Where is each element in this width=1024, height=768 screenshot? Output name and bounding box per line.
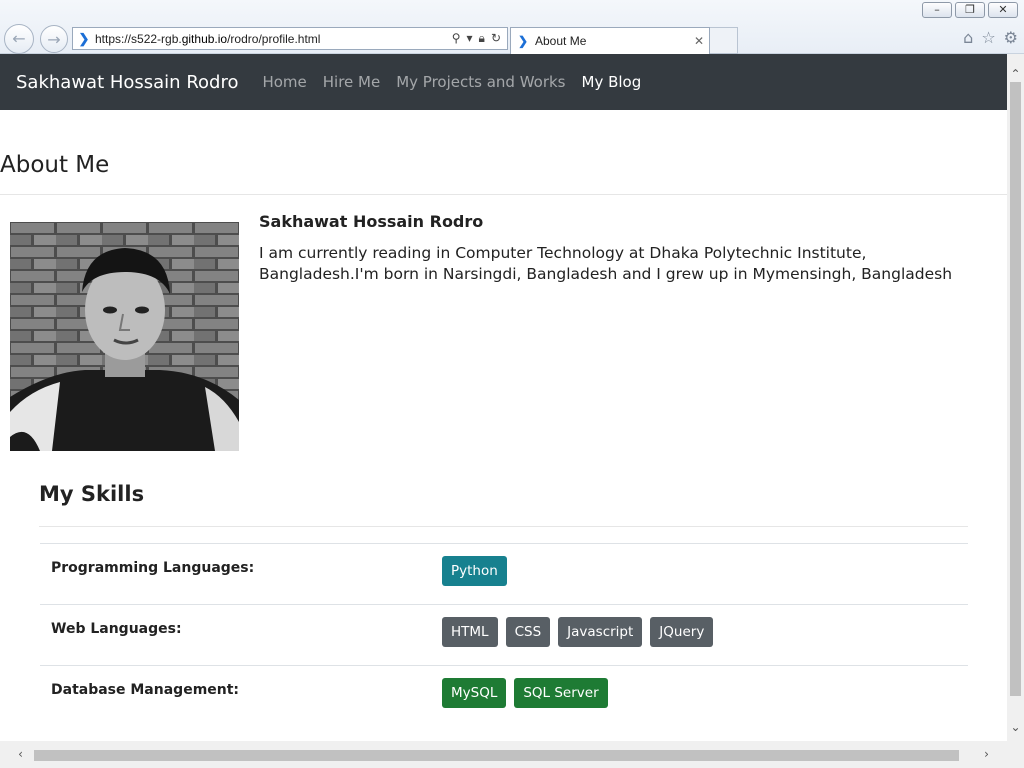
skill-category-label: Database Management: (51, 682, 240, 698)
site-navbar: Sakhawat Hossain Rodro Home Hire Me My P… (0, 54, 1007, 110)
browser-chrome: – ❐ ✕ ← → ❯ https://s522-rgb.github.io/r… (0, 0, 1024, 54)
site-icon: ❯ (78, 30, 90, 46)
favorites-star-icon[interactable]: ☆ (981, 28, 995, 47)
skill-badge-sql-server: SQL Server (514, 678, 608, 708)
skill-badge-jquery: JQuery (650, 617, 714, 647)
scroll-left-icon[interactable]: ‹ (12, 746, 29, 763)
lock-icon[interactable]: 🔒︎ (479, 31, 485, 46)
horizontal-scrollbar[interactable]: ‹ › (0, 741, 1007, 768)
settings-gear-icon[interactable]: ⚙ (1004, 28, 1018, 47)
tab-title: About Me (535, 34, 587, 48)
vertical-scrollbar[interactable]: ⌃ ⌄ (1007, 54, 1024, 741)
vertical-scroll-thumb[interactable] (1010, 82, 1021, 696)
scroll-down-icon[interactable]: ⌄ (1007, 719, 1024, 736)
close-window-button[interactable]: ✕ (988, 2, 1018, 18)
tab-site-icon: ❯ (517, 34, 529, 48)
forward-button[interactable]: → (40, 25, 68, 53)
skill-badge-mysql: MySQL (442, 678, 507, 708)
horizontal-scroll-thumb[interactable] (34, 750, 959, 761)
restore-button[interactable]: ❐ (955, 2, 985, 18)
minimize-button[interactable]: – (922, 2, 952, 18)
search-icon[interactable]: ⚲ (452, 31, 461, 46)
tab-about-me[interactable]: ❯ About Me ✕ (510, 27, 710, 54)
back-arrow-icon: ← (12, 29, 26, 48)
skill-badge-html: HTML (442, 617, 498, 647)
person-name: Sakhawat Hossain Rodro (259, 212, 484, 231)
skills-table: Programming Languages: Python Web Langua… (40, 543, 968, 726)
back-button[interactable]: ← (4, 24, 34, 54)
close-tab-icon[interactable]: ✕ (689, 34, 709, 48)
url-text[interactable]: https://s522-rgb.github.io/rodro/profile… (95, 32, 452, 46)
profile-photo (10, 222, 239, 451)
window-controls: – ❐ ✕ (922, 2, 1018, 18)
table-row: Programming Languages: Python (40, 543, 968, 604)
address-bar[interactable]: ❯ https://s522-rgb.github.io/rodro/profi… (72, 27, 508, 50)
skill-badge-python: Python (442, 556, 507, 586)
table-row: Database Management: MySQL SQL Server (40, 665, 968, 726)
scrollbar-corner (1007, 741, 1024, 768)
divider (39, 526, 968, 527)
nav-link-blog[interactable]: My Blog (582, 73, 642, 91)
skills-title: My Skills (39, 482, 145, 506)
nav-link-home[interactable]: Home (262, 73, 306, 91)
nav-link-projects[interactable]: My Projects and Works (396, 73, 565, 91)
refresh-icon[interactable]: ↻ (491, 31, 501, 46)
nav-link-hire-me[interactable]: Hire Me (323, 73, 380, 91)
divider (0, 194, 1007, 195)
table-row: Web Languages: HTML CSS Javascript JQuer… (40, 604, 968, 665)
dropdown-icon[interactable]: ▾ (467, 31, 473, 46)
page-title: About Me (0, 152, 110, 178)
bio-text: I am currently reading in Computer Techn… (259, 244, 953, 283)
scroll-up-icon[interactable]: ⌃ (1007, 66, 1024, 83)
skill-badge-javascript: Javascript (558, 617, 643, 647)
home-icon[interactable]: ⌂ (963, 28, 973, 47)
forward-arrow-icon: → (47, 30, 61, 49)
new-tab-button[interactable] (710, 27, 738, 54)
skill-category-label: Programming Languages: (51, 560, 255, 576)
scroll-right-icon[interactable]: › (978, 746, 995, 763)
navbar-brand[interactable]: Sakhawat Hossain Rodro (16, 72, 238, 93)
skill-badge-css: CSS (505, 617, 551, 647)
skill-category-label: Web Languages: (51, 621, 182, 637)
page-viewport: Sakhawat Hossain Rodro Home Hire Me My P… (0, 54, 1007, 741)
